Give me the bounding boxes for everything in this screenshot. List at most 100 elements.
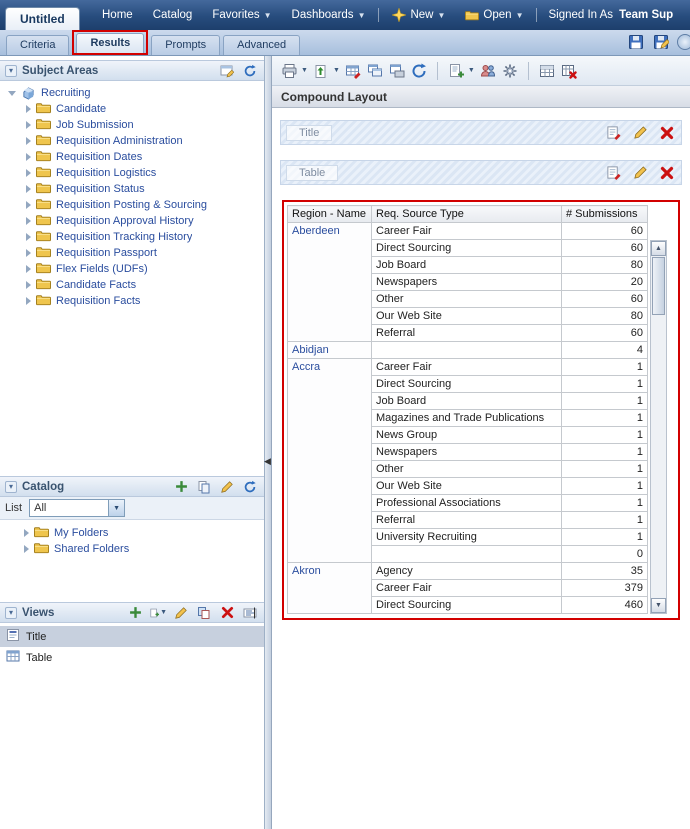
submissions-cell[interactable]: 379	[561, 579, 648, 597]
submissions-cell[interactable]: 1	[561, 392, 648, 410]
source-type-cell[interactable]: University Recruiting	[371, 528, 562, 546]
expand-icon[interactable]	[24, 529, 29, 537]
expand-icon[interactable]	[26, 265, 31, 273]
delete-view-button[interactable]	[218, 604, 236, 622]
tree-item[interactable]: Requisition Tracking History	[2, 229, 264, 245]
tree-item[interactable]: Shared Folders	[0, 541, 264, 557]
submissions-cell[interactable]: 1	[561, 511, 648, 529]
chevron-down-icon[interactable]: ▼	[333, 67, 340, 74]
tree-item[interactable]: My Folders	[0, 525, 264, 541]
collapse-panel-icon[interactable]: ▾	[5, 64, 17, 77]
rename-view-button[interactable]	[241, 604, 259, 622]
catalog-add-button[interactable]	[172, 478, 190, 496]
source-type-cell[interactable]: Direct Sourcing	[371, 239, 562, 257]
tab-advanced[interactable]: Advanced	[223, 35, 301, 55]
submissions-cell[interactable]: 60	[561, 222, 648, 240]
new-view-dropdown-button[interactable]: ▼	[149, 604, 167, 622]
submissions-cell[interactable]: 1	[561, 375, 648, 393]
help-icon[interactable]	[677, 34, 690, 50]
title-view-header[interactable]: Title	[280, 120, 682, 145]
submissions-cell[interactable]: 1	[561, 460, 648, 478]
tree-item[interactable]: Requisition Dates	[2, 149, 264, 165]
source-type-cell[interactable]: Newspapers	[371, 273, 562, 291]
format-container-button[interactable]	[604, 164, 622, 182]
submissions-cell[interactable]: 1	[561, 358, 648, 376]
source-type-cell[interactable]: Direct Sourcing	[371, 596, 562, 614]
nav-home[interactable]: Home	[92, 9, 143, 21]
edit-formula-button[interactable]	[344, 62, 362, 80]
column-header-source-type[interactable]: Req. Source Type	[371, 205, 562, 223]
source-type-cell[interactable]: Career Fair	[371, 222, 562, 240]
new-group-button[interactable]	[479, 62, 497, 80]
source-type-cell[interactable]	[371, 545, 562, 563]
column-header-region[interactable]: Region - Name	[287, 205, 372, 223]
submissions-cell[interactable]: 1	[561, 443, 648, 461]
source-type-cell[interactable]: News Group	[371, 426, 562, 444]
source-type-cell[interactable]: Magazines and Trade Publications	[371, 409, 562, 427]
view-item-table[interactable]: Table	[0, 647, 264, 668]
source-type-cell[interactable]: Referral	[371, 511, 562, 529]
catalog-copy-button[interactable]	[195, 478, 213, 496]
submissions-cell[interactable]: 35	[561, 562, 648, 580]
collapse-icon[interactable]	[8, 90, 16, 96]
collapse-panel-icon[interactable]: ▾	[5, 606, 17, 619]
catalog-refresh-button[interactable]	[241, 478, 259, 496]
nav-favorites[interactable]: Favorites ▼	[202, 9, 281, 21]
tree-item[interactable]: Requisition Status	[2, 181, 264, 197]
source-type-cell[interactable]: Professional Associations	[371, 494, 562, 512]
nav-new[interactable]: New ▼	[382, 8, 455, 22]
column-header-submissions[interactable]: # Submissions	[561, 205, 648, 223]
source-type-cell[interactable]: Career Fair	[371, 358, 562, 376]
collapse-pane-icon[interactable]: ◀	[264, 456, 271, 467]
submissions-cell[interactable]: 1	[561, 528, 648, 546]
tree-item[interactable]: Requisition Administration	[2, 133, 264, 149]
new-view-button[interactable]	[447, 62, 465, 80]
source-type-cell[interactable]: Direct Sourcing	[371, 375, 562, 393]
edit-title-view-button[interactable]	[631, 124, 649, 142]
expand-icon[interactable]	[26, 297, 31, 305]
save-as-button[interactable]	[652, 33, 670, 51]
tree-item[interactable]: Requisition Facts	[2, 293, 264, 309]
source-type-cell[interactable]: Other	[371, 460, 562, 478]
expand-icon[interactable]	[26, 169, 31, 177]
add-view-button[interactable]	[126, 604, 144, 622]
expand-icon[interactable]	[26, 249, 31, 257]
submissions-cell[interactable]: 60	[561, 290, 648, 308]
print-button[interactable]	[280, 62, 298, 80]
expand-icon[interactable]	[26, 137, 31, 145]
tree-item[interactable]: Job Submission	[2, 117, 264, 133]
analysis-properties-button[interactable]	[501, 62, 519, 80]
submissions-cell[interactable]: 0	[561, 545, 648, 563]
region-cell[interactable]: Accra	[287, 358, 372, 563]
expand-icon[interactable]	[26, 105, 31, 113]
refresh-results-button[interactable]	[410, 62, 428, 80]
chevron-down-icon[interactable]: ▼	[301, 67, 308, 74]
submissions-cell[interactable]: 80	[561, 256, 648, 274]
source-type-cell[interactable]: Our Web Site	[371, 477, 562, 495]
expand-icon[interactable]	[24, 545, 29, 553]
scroll-up-icon[interactable]: ▲	[651, 241, 666, 256]
submissions-cell[interactable]: 1	[561, 477, 648, 495]
tab-criteria[interactable]: Criteria	[6, 35, 70, 55]
region-cell[interactable]: Abidjan	[287, 341, 372, 359]
source-type-cell[interactable]	[371, 341, 562, 359]
region-cell[interactable]: Aberdeen	[287, 222, 372, 342]
save-button[interactable]	[627, 33, 645, 51]
scrollbar-thumb[interactable]	[652, 257, 665, 315]
pane-splitter[interactable]: ◀	[264, 56, 272, 829]
submissions-cell[interactable]: 60	[561, 324, 648, 342]
tree-item[interactable]: Requisition Logistics	[2, 165, 264, 181]
submissions-cell[interactable]: 1	[561, 494, 648, 512]
expand-icon[interactable]	[26, 153, 31, 161]
edit-table-view-button[interactable]	[631, 164, 649, 182]
scrollbar-track[interactable]	[651, 316, 666, 598]
submissions-cell[interactable]: 4	[561, 341, 648, 359]
expand-icon[interactable]	[26, 201, 31, 209]
duplicate-analysis-button[interactable]	[366, 62, 384, 80]
tree-item[interactable]: Requisition Posting & Sourcing	[2, 197, 264, 213]
nav-catalog[interactable]: Catalog	[143, 9, 203, 21]
collapse-panel-icon[interactable]: ▾	[5, 480, 17, 493]
submissions-cell[interactable]: 80	[561, 307, 648, 325]
expand-icon[interactable]	[26, 281, 31, 289]
tree-item[interactable]: Requisition Passport	[2, 245, 264, 261]
